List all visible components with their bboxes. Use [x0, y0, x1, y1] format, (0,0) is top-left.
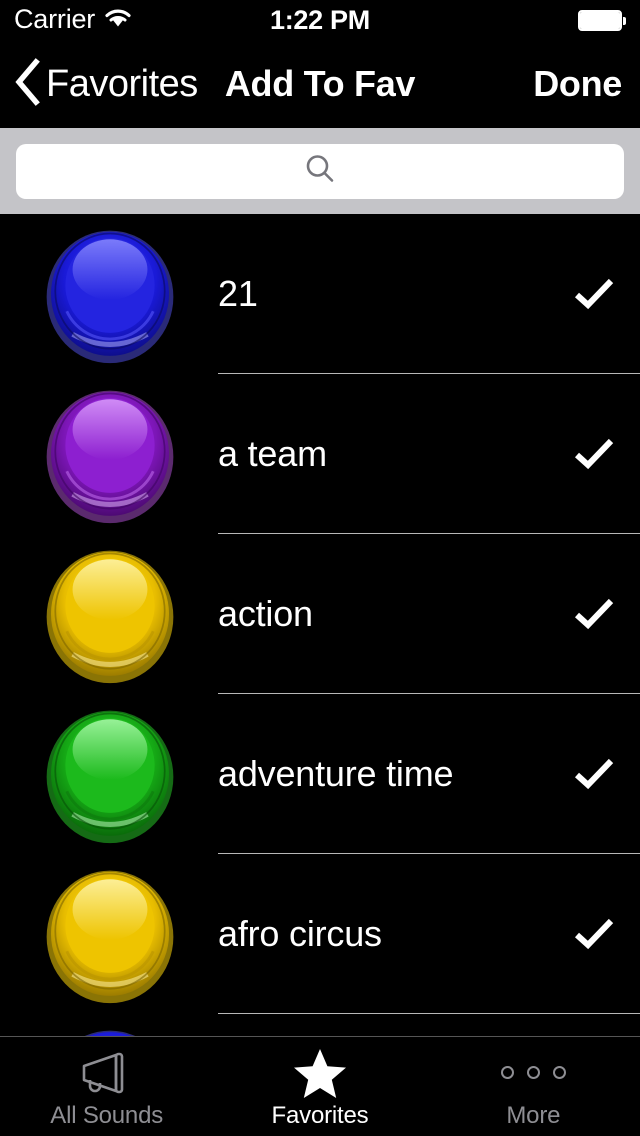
search-input[interactable]: [16, 143, 624, 199]
list-item[interactable]: afro circus: [0, 854, 640, 1014]
checkmark-icon[interactable]: [574, 694, 614, 854]
checkmark-icon[interactable]: [574, 534, 614, 694]
sound-button-icon: [38, 1022, 182, 1036]
list-item-label: action: [218, 593, 313, 634]
tab-more[interactable]: More: [427, 1037, 640, 1136]
checkmark-icon[interactable]: [574, 374, 614, 534]
list-item-label: 21: [218, 273, 258, 314]
list-item[interactable]: [0, 1014, 640, 1036]
tab-label: Favorites: [271, 1101, 369, 1129]
status-bar: Carrier 1:22 PM: [0, 0, 640, 40]
list-item[interactable]: action: [0, 534, 640, 694]
battery-full-icon: [578, 10, 626, 31]
app-screen: Carrier 1:22 PM Favorites Add To Fav Don…: [0, 0, 640, 1136]
done-button[interactable]: Done: [533, 40, 622, 128]
tab-bar: All Sounds Favorites More: [0, 1036, 640, 1136]
tab-label: More: [506, 1101, 561, 1129]
back-button-label: Favorites: [46, 62, 198, 105]
search-field[interactable]: [16, 143, 624, 199]
list-item[interactable]: a team: [0, 374, 640, 534]
ellipsis-icon: [500, 1050, 566, 1096]
sound-button-icon: [38, 862, 182, 1006]
chevron-left-icon: [14, 57, 40, 111]
back-button[interactable]: Favorites: [14, 40, 198, 128]
clock-label: 1:22 PM: [270, 5, 370, 35]
sound-button-icon: [38, 542, 182, 686]
list-item-label: afro circus: [218, 913, 382, 954]
sound-button-icon: [38, 222, 182, 366]
list-item[interactable]: 21: [0, 214, 640, 374]
tab-favorites[interactable]: Favorites: [213, 1037, 426, 1136]
list-item-label: adventure time: [218, 753, 454, 794]
sound-list[interactable]: 21 a team action adventure time afro cir…: [0, 214, 640, 1036]
checkmark-icon[interactable]: [574, 854, 614, 1014]
sound-button-icon: [38, 702, 182, 846]
list-item[interactable]: adventure time: [0, 694, 640, 854]
sound-button-icon: [38, 382, 182, 526]
navigation-bar: Favorites Add To Fav Done: [0, 40, 640, 128]
checkmark-icon[interactable]: [574, 214, 614, 374]
star-icon: [293, 1048, 346, 1098]
search-bar-container: [0, 128, 640, 214]
list-item-label: a team: [218, 433, 327, 474]
tab-all-sounds[interactable]: All Sounds: [0, 1037, 213, 1136]
tab-label: All Sounds: [50, 1101, 164, 1129]
megaphone-icon: [76, 1050, 138, 1096]
